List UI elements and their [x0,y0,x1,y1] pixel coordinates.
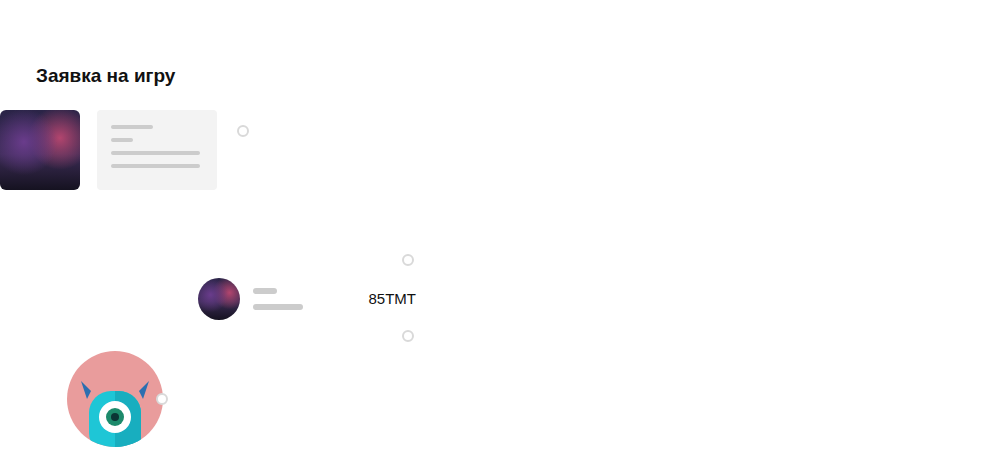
payment-row: 85TMT [198,278,416,320]
placeholder-line [111,151,200,155]
connector-dot [156,393,168,405]
connector-dot [402,330,414,342]
placeholder-line [253,288,277,294]
placeholder-line [253,304,303,310]
monster-avatar-icon [67,351,163,447]
user-avatar [198,278,240,320]
placeholder-line [111,164,200,168]
placeholder-card [97,110,217,190]
placeholder-line [111,138,133,142]
monster-avatar [67,351,163,451]
placeholder-line [111,125,153,129]
connector-dot [402,254,414,266]
title: Заявка на игру [36,63,175,89]
connector-dot [237,125,249,137]
payment-amount: 85TMT [368,289,416,309]
game-request-diagram: Заявка на игру 85TMT [0,0,1000,475]
game-photo [0,110,80,190]
